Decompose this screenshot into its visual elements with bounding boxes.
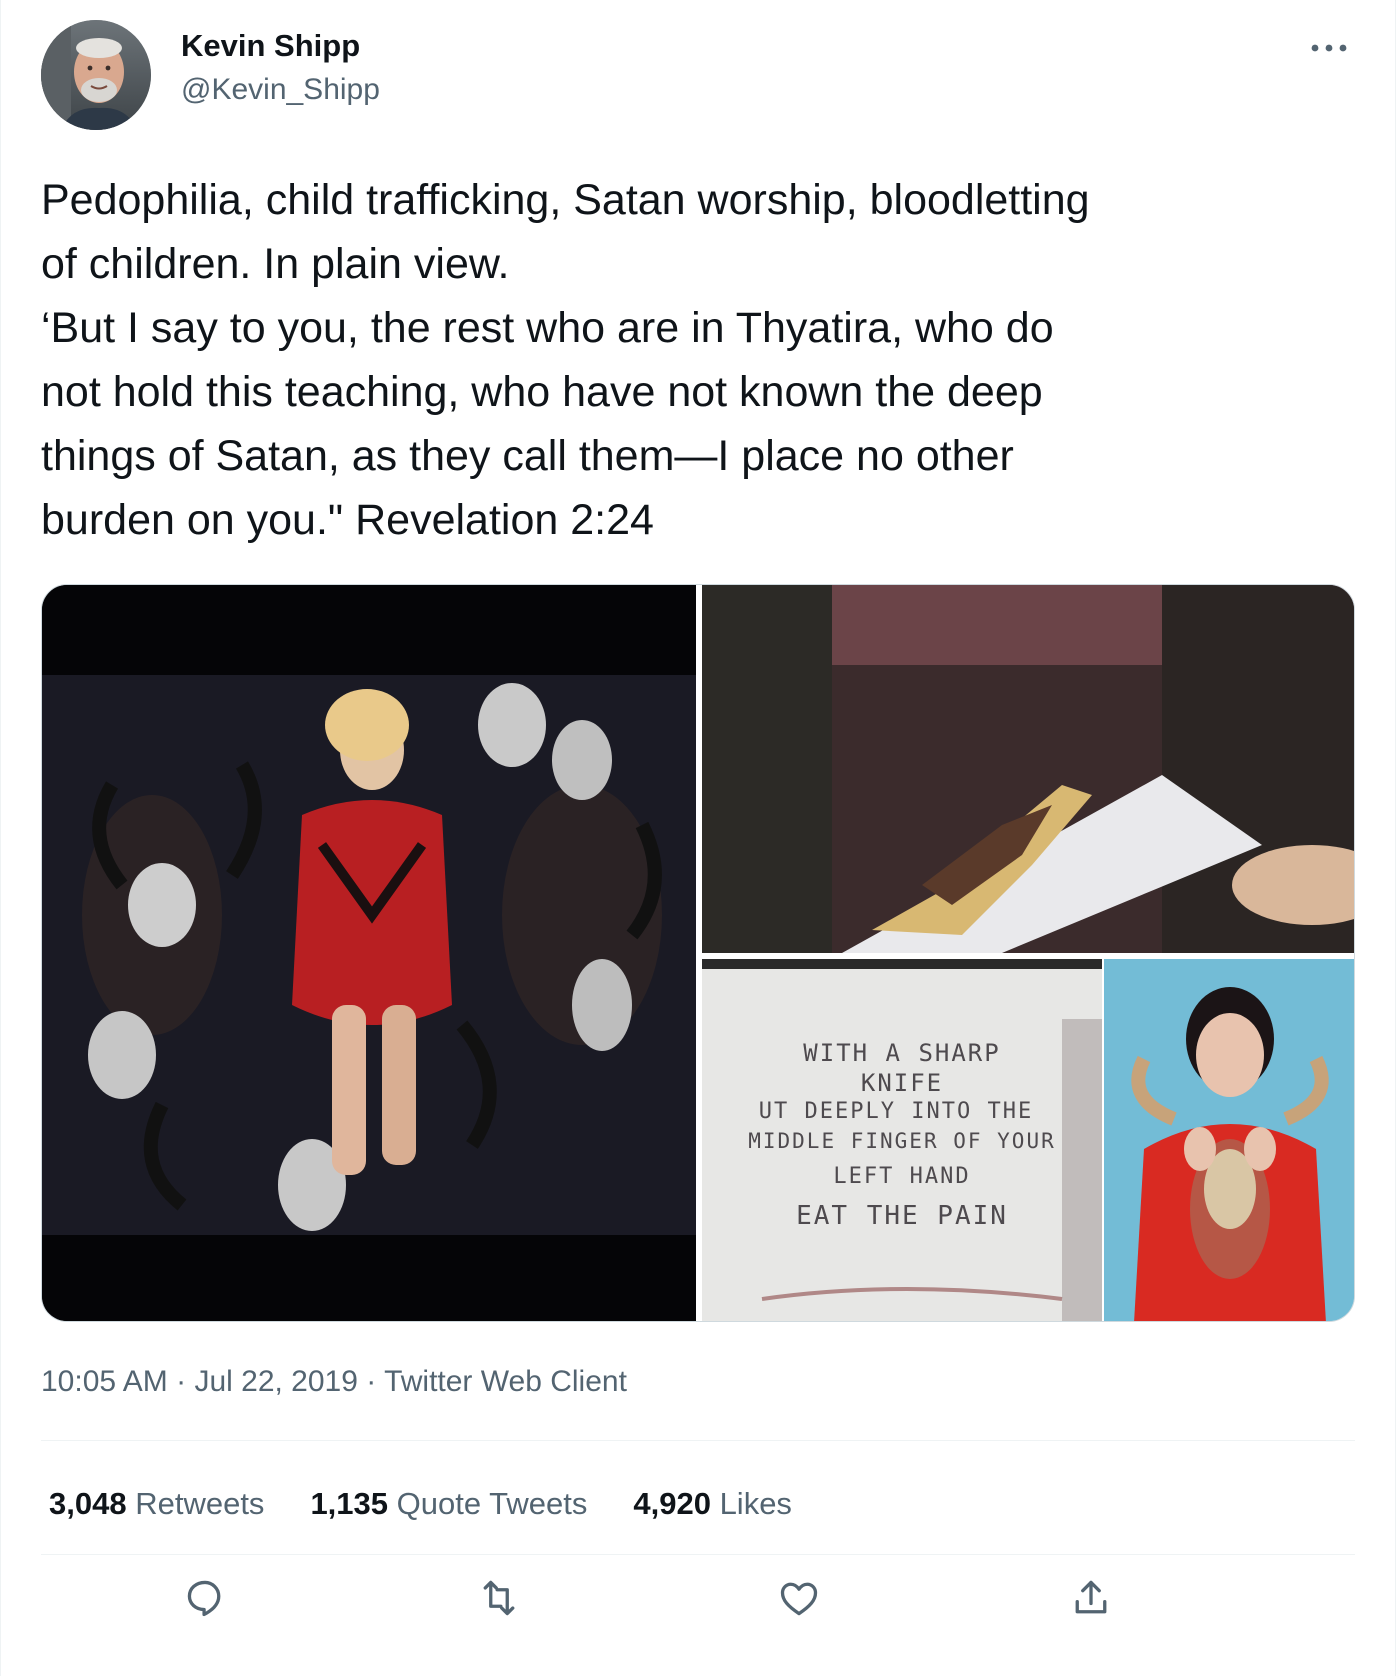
more-options-button[interactable] [1305,30,1353,66]
tweet-text-line: burden on you." Revelation 2:24 [41,496,654,544]
tweet-text-line: ‘But I say to you, the rest who are in T… [41,304,1054,352]
retweets-label: Retweets [135,1486,265,1521]
media-image-performance[interactable] [42,585,696,1321]
retweets-stat[interactable]: 3,048 Retweets [49,1484,264,1524]
tweet-metadata: 10:05 AM · Jul 22, 2019 · Twitter Web Cl… [41,1362,627,1402]
likes-label: Likes [719,1486,792,1521]
tweet-detail: Kevin Shipp @Kevin_Shipp Pedophilia, chi… [0,0,1396,1676]
author-display-name[interactable]: Kevin Shipp [181,26,380,66]
wall-text-line: LEFT HAND [833,1164,971,1189]
quote-tweets-count: 1,135 [310,1486,389,1521]
likes-stat[interactable]: 4,920 Likes [633,1484,792,1524]
retweet-icon [483,1580,515,1616]
share-button[interactable] [1063,1570,1119,1626]
author-block: Kevin Shipp @Kevin_Shipp [181,26,380,110]
tweet-date[interactable]: Jul 22, 2019 [194,1365,357,1398]
divider [41,1554,1355,1555]
wall-text-line: UT DEEPLY INTO THE [758,1099,1034,1124]
tweet-text-line: not hold this teaching, who have not kno… [41,368,1043,416]
wall-text-line: EAT THE PAIN [796,1201,1008,1231]
tweet-source[interactable]: Twitter Web Client [384,1365,627,1398]
tweet-actions [1,1562,1396,1632]
portrait-photo [1104,959,1354,1321]
quote-tweets-stat[interactable]: 1,135 Quote Tweets [310,1484,587,1524]
performance-photo [42,585,696,1321]
tweet-text: Pedophilia, child trafficking, Satan wor… [41,168,1361,552]
cake-photo [702,585,1354,953]
tweet-text-line: of children. In plain view. [41,240,510,288]
wall-text-line: MIDDLE FINGER OF YOUR [748,1129,1056,1153]
avatar-image [41,20,151,130]
retweets-count: 3,048 [49,1486,127,1521]
more-horizontal-icon [1311,44,1347,52]
media-grid: WITH A SHARP KNIFE UT DEEPLY INTO THE MI… [41,584,1355,1322]
media-image-portrait[interactable] [1104,959,1354,1321]
wall-text-line: WITH A SHARP [803,1039,1001,1067]
heart-icon [780,1582,818,1616]
media-image-cake[interactable] [702,585,1354,953]
share-icon [1075,1580,1107,1614]
tweet-text-line: things of Satan, as they call them—I pla… [41,432,1014,480]
meta-separator: · [366,1365,377,1398]
tweet-time[interactable]: 10:05 AM [41,1365,168,1398]
retweet-button[interactable] [471,1570,527,1626]
divider [41,1440,1355,1441]
likes-count: 4,920 [633,1486,711,1521]
reply-icon [187,1580,221,1617]
wall-text-line: KNIFE [860,1069,944,1097]
avatar[interactable] [41,20,151,130]
media-image-wall-text[interactable]: WITH A SHARP KNIFE UT DEEPLY INTO THE MI… [702,959,1102,1321]
meta-separator: · [176,1365,187,1398]
tweet-text-line: Pedophilia, child trafficking, Satan wor… [41,176,1090,224]
reply-button[interactable] [177,1570,233,1626]
author-handle[interactable]: @Kevin_Shipp [181,70,380,110]
like-button[interactable] [771,1570,827,1626]
quote-tweets-label: Quote Tweets [396,1486,588,1521]
engagement-stats: 3,048 Retweets 1,135 Quote Tweets 4,920 … [49,1484,792,1524]
